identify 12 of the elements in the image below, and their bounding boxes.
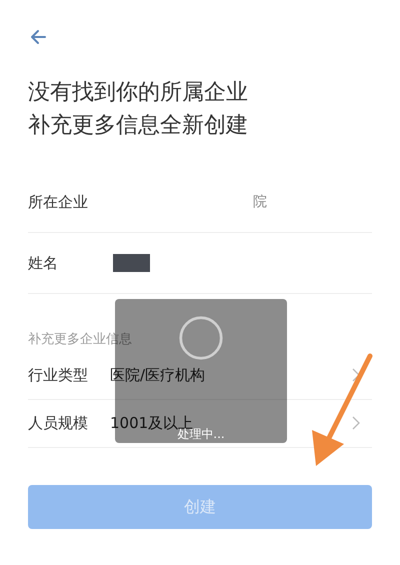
spinner-icon: [178, 315, 224, 361]
heading-line: 补充更多信息全新创建: [28, 112, 249, 140]
chevron-icon: [352, 368, 360, 382]
back-icon[interactable]: [29, 28, 47, 46]
option-label: 行业类型: [28, 364, 89, 386]
option-label: 人员规模: [28, 412, 89, 434]
field-label: 姓名: [28, 252, 59, 274]
field-label: 所在企业: [28, 192, 89, 213]
chevron-icon: [352, 416, 360, 430]
field-value[interactable]: 院: [253, 192, 267, 212]
heading-line: 没有找到你的所属企业: [28, 79, 249, 107]
redaction-block: [113, 254, 150, 272]
